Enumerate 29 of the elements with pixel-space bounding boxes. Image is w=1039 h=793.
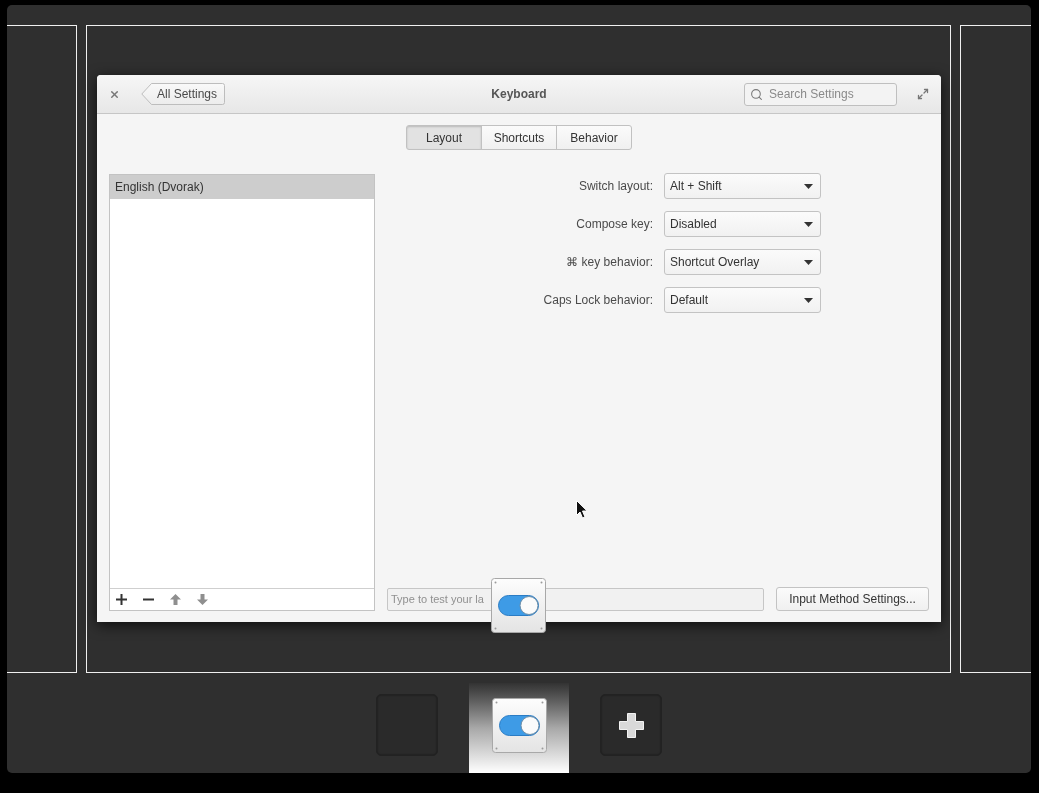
tab[interactable]: Layout: [406, 125, 482, 150]
setting-label: ⌘ key behavior:: [566, 254, 653, 271]
search-field[interactable]: Search Settings: [744, 82, 897, 106]
dropdown[interactable]: Default: [664, 287, 821, 313]
caret-icon: [804, 221, 813, 227]
list-item[interactable]: English (Dvorak): [110, 175, 374, 199]
caret-icon: [804, 297, 813, 303]
caret-icon: [804, 259, 813, 265]
close-icon[interactable]: [109, 88, 120, 100]
add-workspace-button[interactable]: [600, 694, 662, 756]
workspace-thumbnail[interactable]: [469, 683, 569, 773]
setting-label: Switch layout:: [578, 178, 653, 195]
tab[interactable]: Shortcuts: [481, 125, 557, 150]
settings-button[interactable]: Input Method Settings...: [776, 587, 929, 611]
caret-icon: [804, 183, 813, 189]
maximize-icon[interactable]: [917, 88, 929, 100]
mouse-pointer-icon: [576, 500, 588, 519]
search-icon: [750, 87, 763, 101]
dropdown[interactable]: Shortcut Overlay: [664, 249, 821, 275]
window-title: Keyboard: [491, 86, 547, 103]
dropdown[interactable]: Alt + Shift: [664, 173, 821, 199]
back-button[interactable]: All Settings: [141, 83, 225, 105]
toggle-switch-icon: [491, 698, 547, 753]
plus-icon: [618, 712, 644, 738]
setting-label: Compose key:: [576, 216, 653, 233]
setting-label: Caps Lock behavior:: [543, 292, 653, 309]
dropdown[interactable]: Disabled: [664, 211, 821, 237]
add-icon[interactable]: [116, 594, 127, 605]
tab[interactable]: Behavior: [556, 125, 632, 150]
